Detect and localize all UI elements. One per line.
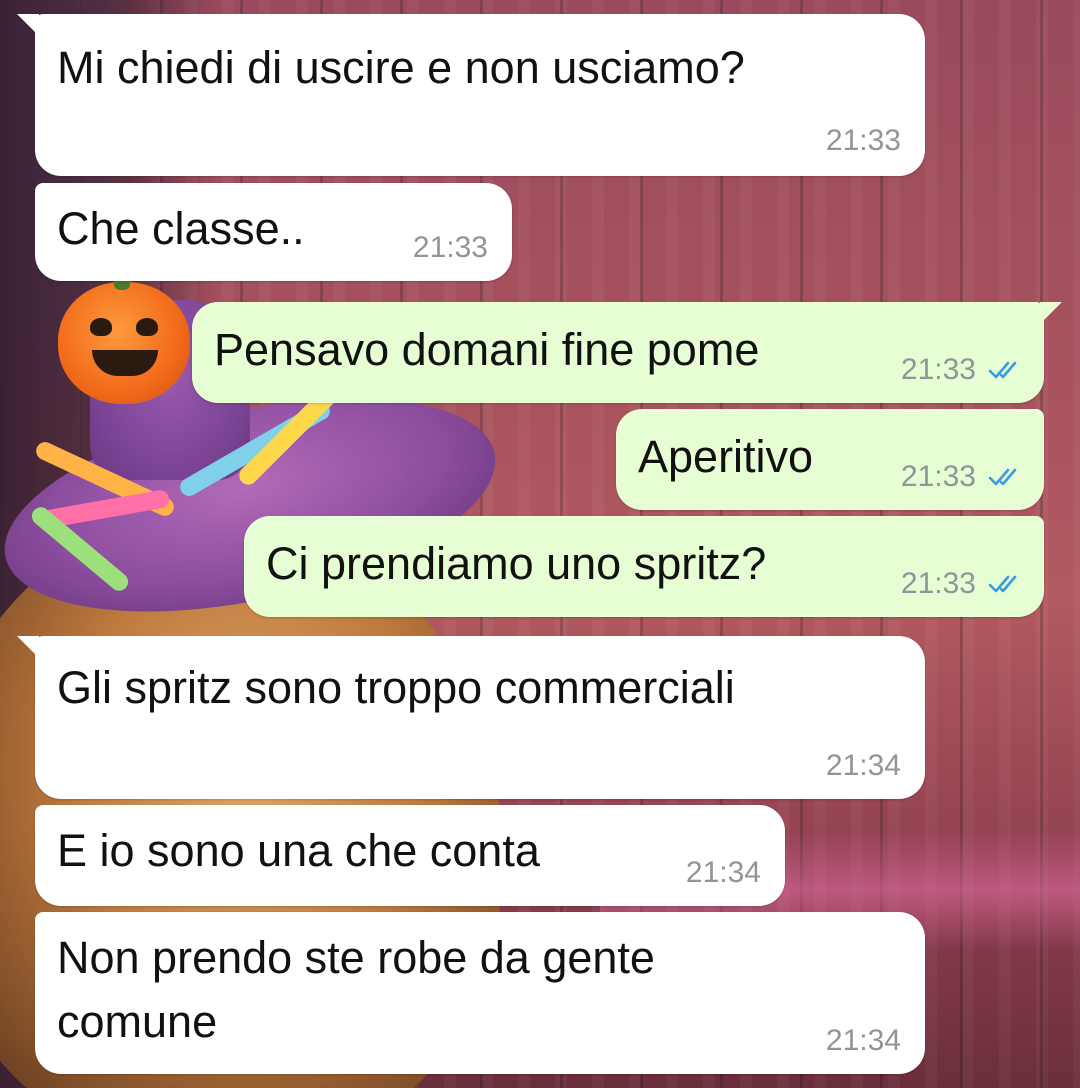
outgoing-message-bubble[interactable]: Aperitivo 21:33 bbox=[616, 409, 1044, 510]
message-text-line-1: Non prendo ste robe da gente bbox=[57, 932, 655, 983]
outgoing-message-bubble[interactable]: Ci prendiamo uno spritz? 21:33 bbox=[244, 516, 1044, 617]
message-time: 21:34 bbox=[825, 749, 901, 782]
incoming-message-bubble[interactable]: Gli spritz sono troppo commerciali 21:34 bbox=[17, 636, 925, 799]
incoming-message-bubble[interactable]: Mi chiedi di uscire e non usciamo? 21:33 bbox=[17, 14, 925, 176]
double-check-read-icon bbox=[988, 468, 1017, 486]
incoming-message-bubble[interactable]: E io sono una che conta 21:34 bbox=[35, 805, 785, 906]
message-time: 21:34 bbox=[685, 856, 761, 889]
chat-message-list[interactable]: Mi chiedi di uscire e non usciamo? 21:33… bbox=[0, 0, 1080, 1088]
message-time: 21:33 bbox=[412, 231, 488, 264]
message-time: 21:34 bbox=[825, 1024, 901, 1057]
message-text: Ci prendiamo uno spritz? bbox=[266, 538, 767, 589]
message-text: Mi chiedi di uscire e non usciamo? bbox=[57, 42, 745, 93]
message-time: 21:33 bbox=[900, 567, 976, 600]
double-check-read-icon bbox=[988, 575, 1017, 593]
message-text: Gli spritz sono troppo commerciali bbox=[57, 662, 735, 713]
message-time: 21:33 bbox=[900, 460, 976, 493]
message-text: Aperitivo bbox=[638, 431, 814, 482]
message-text: Che classe.. bbox=[57, 203, 305, 254]
double-check-read-icon bbox=[988, 361, 1017, 379]
message-text: E io sono una che conta bbox=[57, 825, 540, 876]
message-text-line-2: comune bbox=[57, 996, 218, 1047]
message-time: 21:33 bbox=[825, 124, 901, 157]
incoming-message-bubble[interactable]: Non prendo ste robe da gente comune 21:3… bbox=[35, 912, 925, 1074]
outgoing-message-bubble[interactable]: Pensavo domani fine pome 21:33 bbox=[192, 302, 1062, 403]
incoming-message-bubble[interactable]: Che classe.. 21:33 bbox=[35, 183, 512, 281]
message-text: Pensavo domani fine pome bbox=[214, 324, 760, 375]
message-time: 21:33 bbox=[900, 353, 976, 386]
